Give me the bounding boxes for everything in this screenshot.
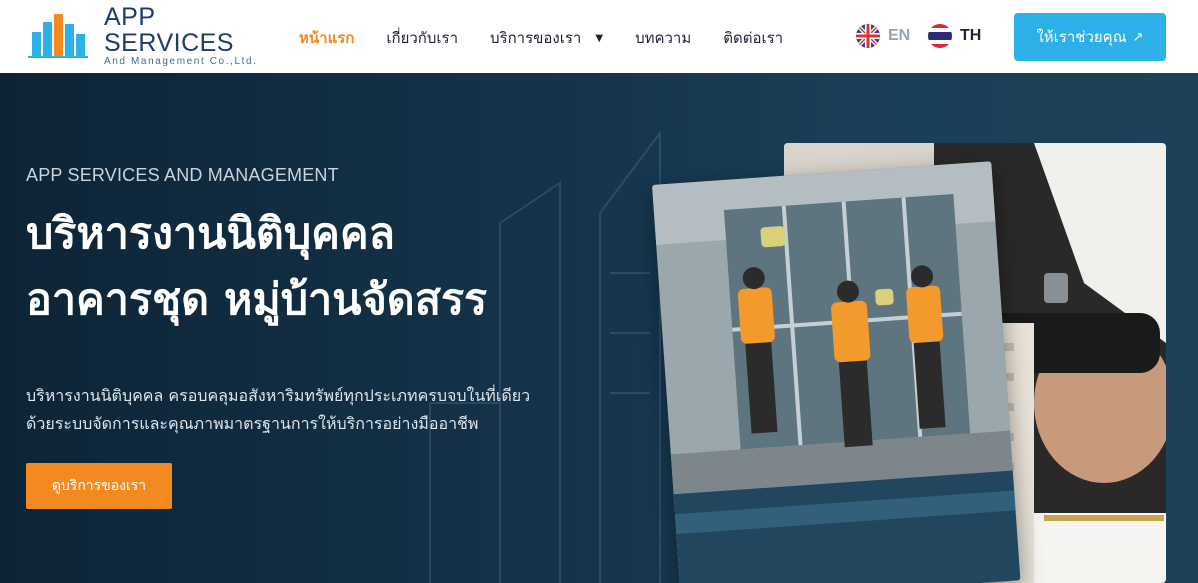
hero-description-line2: ด้วยระบบจัดการและคุณภาพมาตรฐานการให้บริก… [26,414,479,433]
language-th-label: TH [960,27,982,44]
hero-headline-line2: อาคารชุด หมู่บ้านจัดสรร [26,275,488,325]
nav-item-articles[interactable]: บทความ [635,26,691,50]
external-arrow-icon: ↗ [1132,29,1144,45]
hero-headline-line1: บริหารงานนิติบุคคล [26,209,396,259]
site-header: APP SERVICES And Management Co.,Ltd. หน้… [0,0,1198,73]
hero-kicker: APP SERVICES AND MANAGEMENT [26,165,339,185]
hero-headline: บริหารงานนิติบุคคล อาคารชุด หมู่บ้านจัดส… [26,201,487,333]
uk-flag-icon [856,24,880,48]
language-th[interactable]: TH [928,24,981,48]
nav-item-services[interactable]: บริการของเรา ▼ [490,26,603,50]
hero-description-line1: บริหารงานนิติบุคคล ครอบคลุมอสังหาริมทรัพ… [26,386,531,405]
help-cta-label: ให้เราช่วยคุณ [1036,28,1127,46]
nav-item-services-label: บริการของเรา [490,29,582,47]
hero-section: APP SERVICES AND MANAGEMENT บริหารงานนิต… [0,73,1198,583]
help-cta-button[interactable]: ให้เราช่วยคุณ ↗ [1014,13,1166,61]
language-en[interactable]: EN [856,24,910,48]
brand-logo[interactable]: APP SERVICES And Management Co.,Ltd. [26,4,276,67]
buildings-logo-icon [26,12,90,60]
nav-item-about[interactable]: เกี่ยวกับเรา [386,26,458,50]
caret-down-icon: ▼ [595,32,604,44]
thai-flag-icon [928,24,952,48]
view-services-button[interactable]: ดูบริการของเรา [26,463,172,509]
nav-item-contact[interactable]: ติดต่อเรา [723,26,783,50]
nav-item-home[interactable]: หน้าแรก [299,26,354,50]
language-en-label: EN [888,27,911,44]
brand-subtitle: And Management Co.,Ltd. [104,56,258,67]
cleaning-staff-photo [652,161,1021,583]
hero-description: บริหารงานนิติบุคคล ครอบคลุมอสังหาริมทรัพ… [26,382,586,438]
brand-title: APP SERVICES [104,3,234,57]
main-nav: หน้าแรก เกี่ยวกับเรา บริการของเรา ▼ บทคว… [299,26,815,50]
